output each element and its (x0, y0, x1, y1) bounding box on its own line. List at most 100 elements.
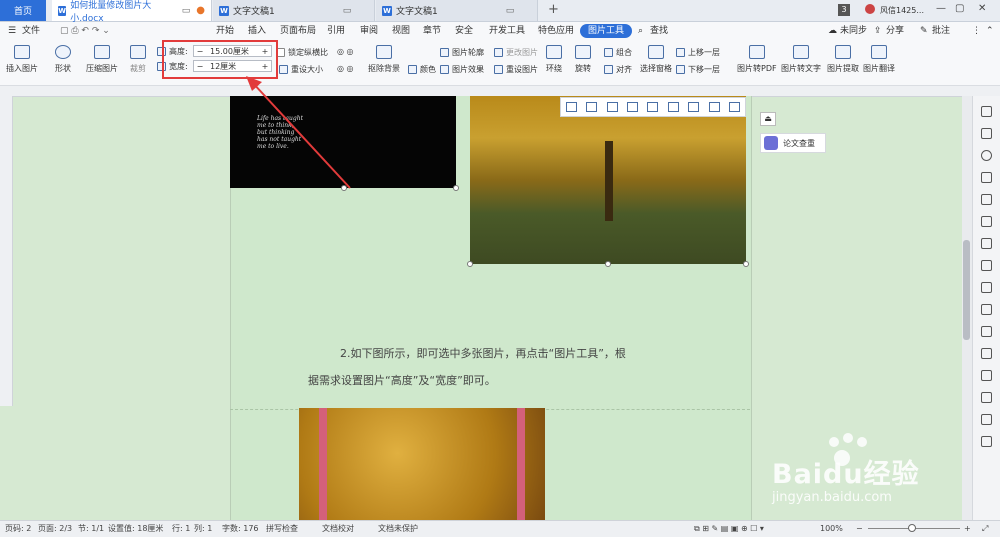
list-icon[interactable] (981, 260, 992, 271)
image-side-icon[interactable] (981, 392, 992, 403)
sliders-icon[interactable] (981, 282, 992, 293)
status-setting[interactable]: 设置值: 18厘米 (108, 521, 163, 537)
fit-window-icon[interactable]: ⤢ (982, 521, 988, 537)
spell-check-button[interactable]: 拼写检查 (266, 521, 298, 537)
window-count-badge[interactable]: 3 (838, 4, 850, 16)
menu-insert[interactable]: 插入 (248, 22, 266, 40)
send-backward-button[interactable]: 下移一层 (676, 64, 720, 75)
align-center-icon[interactable] (586, 102, 598, 112)
menu-start[interactable]: 开始 (216, 22, 234, 40)
resize-handle[interactable] (743, 261, 749, 267)
menu-view[interactable]: 视图 (392, 22, 410, 40)
reset-size-button[interactable]: 重设大小 (279, 64, 323, 75)
distribute-vertical-icon[interactable] (708, 102, 720, 112)
resize-handle[interactable] (467, 261, 473, 267)
paper-check-button[interactable]: 论文查重 (760, 133, 826, 153)
status-page[interactable]: 页面: 2/3 (38, 521, 72, 537)
align-bottom-icon[interactable] (667, 102, 679, 112)
more-icon[interactable]: ⋮ (972, 22, 981, 40)
cloud-icon[interactable]: ☁ (828, 22, 837, 40)
monitor-icon[interactable]: ▭ (182, 6, 191, 16)
status-row[interactable]: 行: 1 (172, 521, 190, 537)
rotate-button[interactable]: 旋转 (575, 45, 591, 74)
vertical-ruler[interactable] (0, 96, 13, 406)
menu-file[interactable]: 文件 (22, 22, 40, 40)
doc-proof-button[interactable]: 文档校对 (322, 521, 354, 537)
help-icon[interactable] (981, 414, 992, 425)
avatar[interactable] (865, 4, 875, 14)
status-section[interactable]: 节: 1/1 (78, 521, 104, 537)
new-tab-button[interactable]: + (548, 2, 559, 17)
reset-picture-button[interactable]: 重设图片 (494, 64, 538, 75)
color-button[interactable]: 颜色 (408, 64, 436, 75)
picture-outline-button[interactable]: 图片轮廓 (440, 47, 484, 58)
hamburger-icon[interactable]: ☰ (8, 22, 16, 40)
crop-button[interactable]: 裁剪 (130, 45, 146, 74)
resize-handle[interactable] (605, 261, 611, 267)
quick-access-icons[interactable]: ▢ ⎙ ↶ ↷ ⌄ (60, 22, 110, 40)
scrollbar-thumb[interactable] (963, 240, 970, 340)
zoom-out-button[interactable]: − (856, 521, 863, 537)
status-word-count[interactable]: 字数: 176 (222, 521, 259, 537)
insert-picture-button[interactable]: 插入图片 (6, 45, 38, 74)
more-side-icon[interactable] (981, 436, 992, 447)
menu-special[interactable]: 特色应用 (538, 22, 574, 40)
tree-image[interactable] (470, 96, 746, 264)
search-button[interactable]: 查找 (650, 22, 668, 40)
mini-tool-icons-bottom[interactable]: ◎ ◎ (337, 64, 354, 73)
status-col[interactable]: 列: 1 (194, 521, 212, 537)
equalizer-icon[interactable] (981, 348, 992, 359)
menu-security[interactable]: 安全 (455, 22, 473, 40)
zoom-in-button[interactable]: + (964, 521, 971, 537)
menu-reference[interactable]: 引用 (327, 22, 345, 40)
golden-leaves-image[interactable] (299, 408, 545, 521)
collapse-panel-icon[interactable]: ⏏ (760, 112, 776, 126)
picture-to-pdf-button[interactable]: 图片转PDF (737, 45, 777, 74)
bring-forward-button[interactable]: 上移一层 (676, 47, 720, 58)
menu-developer[interactable]: 开发工具 (489, 22, 525, 40)
comment-icon[interactable]: ✎ (920, 22, 928, 40)
view-mode-icons[interactable]: ⧉ ⊞ ✎ ▤ ▣ ⊕ ☐ ▾ (694, 521, 764, 537)
share-button[interactable]: 分享 (886, 22, 904, 40)
align-left-icon[interactable] (565, 102, 577, 112)
tab-doc-2[interactable]: W 文字文稿1 ▭ (213, 0, 375, 21)
align-button[interactable]: 对齐 (604, 64, 632, 75)
maximize-icon[interactable]: ▢ (955, 3, 964, 14)
menu-chapter[interactable]: 章节 (423, 22, 441, 40)
menu-layout[interactable]: 页面布局 (280, 22, 316, 40)
remove-background-button[interactable]: 抠除背景 (368, 45, 400, 74)
tab-doc-3[interactable]: W 文字文稿1 ▭ (376, 0, 538, 21)
group-button[interactable]: 组合 (604, 47, 632, 58)
change-picture-button[interactable]: 更改图片 (494, 47, 538, 58)
share-icon[interactable]: ⇪ (874, 22, 882, 40)
status-page-number[interactable]: 页码: 2 (5, 521, 31, 537)
tab-home[interactable]: 首页 (0, 0, 46, 21)
zoom-slider-thumb[interactable] (908, 524, 916, 532)
location-icon[interactable] (981, 150, 992, 161)
picture-effect-button[interactable]: 图片效果 (440, 64, 484, 75)
crop-side-icon[interactable] (981, 194, 992, 205)
align-middle-icon[interactable] (647, 102, 659, 112)
doc-protect-status[interactable]: 文档未保护 (378, 521, 418, 537)
cursor-icon[interactable] (981, 128, 992, 139)
align-right-icon[interactable] (606, 102, 618, 112)
tools-icon[interactable] (981, 370, 992, 381)
comment-button[interactable]: 批注 (932, 22, 950, 40)
picture-to-text-button[interactable]: 图片转文字 (781, 45, 821, 74)
search-icon[interactable]: ⌕ (638, 22, 643, 40)
mini-tool-icons-top[interactable]: ◎ ◎ (337, 47, 354, 56)
close-icon[interactable]: ✕ (978, 3, 986, 14)
distribute-horizontal-icon[interactable] (688, 102, 700, 112)
monitor-icon[interactable]: ▭ (506, 6, 515, 16)
menu-picture-tools[interactable]: 图片工具 (580, 24, 633, 38)
table-icon[interactable] (981, 216, 992, 227)
adjust-icon[interactable] (981, 172, 992, 183)
resize-handle[interactable] (453, 185, 459, 191)
sync-status[interactable]: 未同步 (840, 22, 867, 40)
more-align-icon[interactable] (729, 102, 741, 112)
chart-icon[interactable] (981, 238, 992, 249)
minimize-icon[interactable]: — (936, 3, 946, 14)
lock-ratio-checkbox[interactable]: 锁定纵横比 (276, 47, 328, 58)
layout-icon[interactable] (981, 326, 992, 337)
picture-translate-button[interactable]: 图片翻译 (863, 45, 895, 74)
